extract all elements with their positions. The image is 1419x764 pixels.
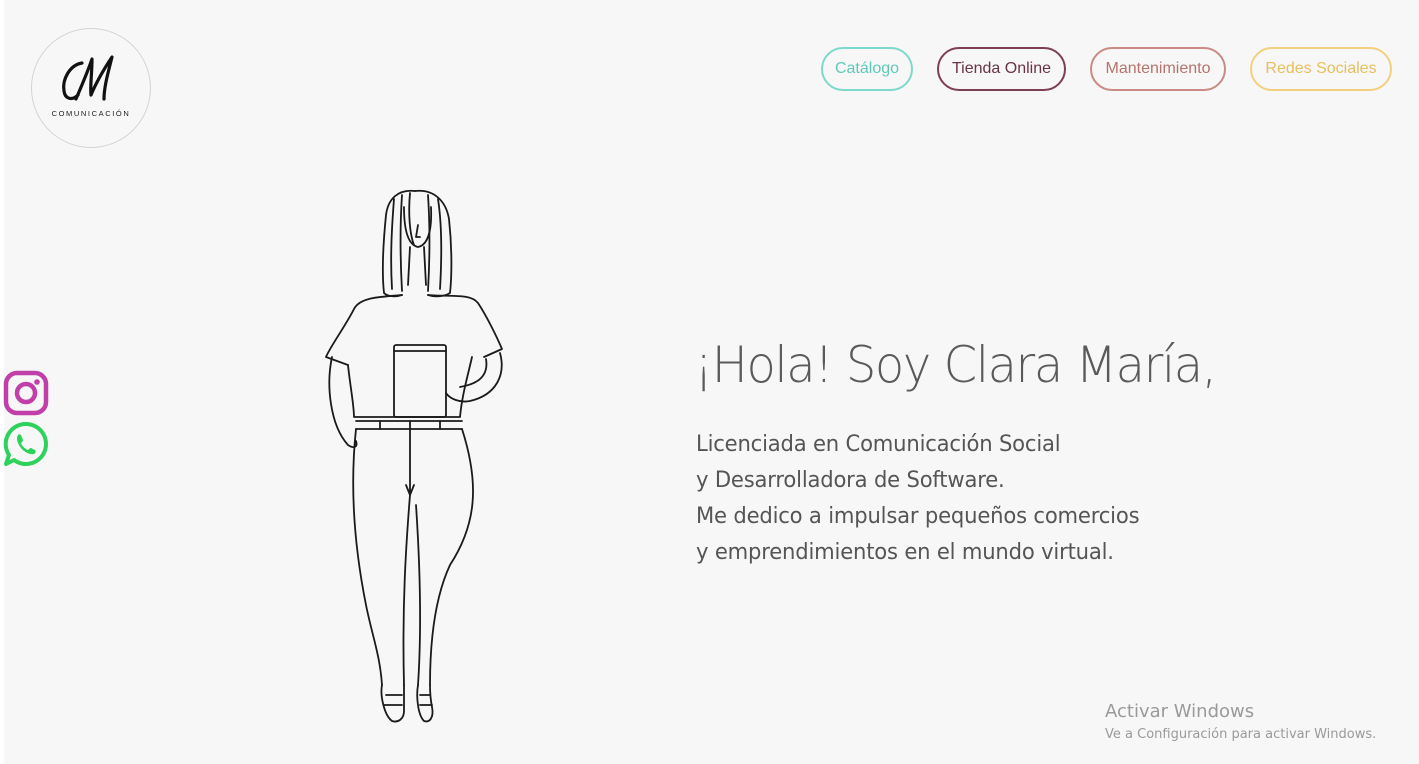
logo-subtitle: COMUNICACIÓN [51,109,131,118]
woman-illustration [325,189,503,723]
hero-line: Me dedico a impulsar pequeños comercios [696,504,1140,529]
hero-description: Licenciada en Comunicación Social y Desa… [696,427,1158,571]
activation-watermark-subtitle: Ve a Configuración para activar Windows. [1105,727,1377,742]
whatsapp-icon[interactable] [3,421,49,467]
cm-monogram-icon [62,55,114,101]
nav-tienda-online-button[interactable]: Tienda Online [937,47,1066,91]
hero-line: y Desarrolladora de Software. [696,468,1005,493]
nav-catalogo-button[interactable]: Catálogo [821,47,913,91]
hero-line: y emprendimientos en el mundo virtual. [696,540,1114,565]
instagram-icon[interactable] [3,370,49,416]
nav-redes-sociales-button[interactable]: Redes Sociales [1250,47,1392,91]
hero-title: ¡Hola! Soy Clara María, [694,336,1217,394]
activation-watermark-title: Activar Windows [1105,701,1255,722]
nav-mantenimiento-button[interactable]: Mantenimiento [1090,47,1226,91]
hero-line: Licenciada en Comunicación Social [696,432,1061,457]
logo[interactable]: COMUNICACIÓN [31,28,151,148]
